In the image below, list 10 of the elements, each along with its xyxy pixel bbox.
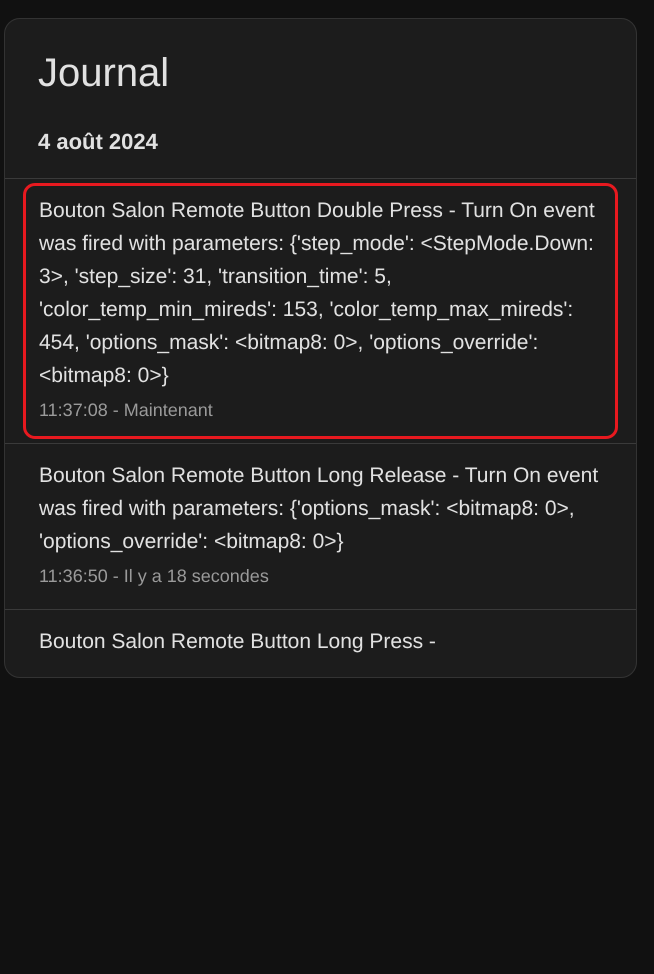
- log-entry[interactable]: Bouton Salon Remote Button Long Release - Turn On event was fired with parameters: {'options_mask': <bitmap8: 0>, 'options_override': <bitmap8: 0>} 11:36:50 - Il y a 18 secondes: [23, 448, 618, 605]
- card-title: Journal: [38, 50, 170, 97]
- date-heading: 4 août 2024: [38, 128, 159, 156]
- log-entry[interactable]: Bouton Salon Remote Button Long Press -: [23, 614, 618, 673]
- entry-time: 11:36:50 - Il y a 18 secondes: [39, 565, 270, 588]
- entry-time: 11:37:08 - Maintenant: [39, 399, 214, 422]
- entry-message: Bouton Salon Remote Button Long Press -: [39, 629, 437, 655]
- entry-message: Bouton Salon Remote Button Double Press - Turn On event was fired with parameters: {'step_mode': <StepMode.Down: 3>, 'step_size': 31, 'transition_time': 5, 'color_temp_min_mireds': 153, 'color_temp_max_mireds': 454, 'options_mask': <bitmap8: 0>, 'options_override': <bitmap8: 0>}: [39, 198, 596, 389]
- entry-message: Bouton Salon Remote Button Long Release - Turn On event was fired with parameters: {'options_mask': <bitmap8: 0>, 'options_override': <bitmap8: 0>}: [39, 463, 600, 555]
- log-entry[interactable]: [23, 183, 618, 439]
